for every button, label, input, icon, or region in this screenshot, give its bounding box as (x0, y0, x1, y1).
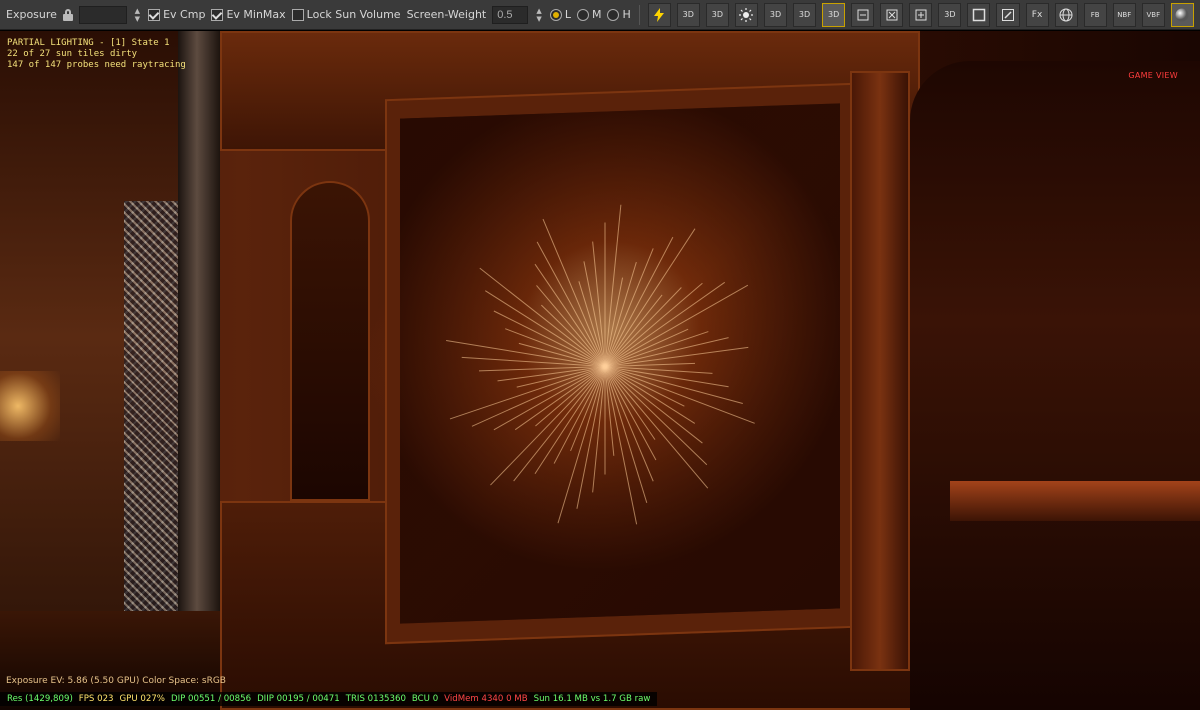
edit-icon[interactable] (996, 2, 1020, 27)
lod-radio-l[interactable]: L (549, 8, 571, 21)
left-lamp-glow (0, 371, 60, 441)
box-3d-icon[interactable]: 3D (763, 2, 788, 27)
exposure-readout: Exposure EV: 5.86 (5.50 GPU) Color Space… (6, 676, 226, 686)
mirror-crack-line (604, 204, 622, 367)
stat-dip: DIP 00551 / 00856 (170, 694, 252, 704)
vbf-label: VBF (1146, 10, 1161, 19)
lock-sun-volume-box[interactable] (291, 8, 304, 21)
right-table (950, 481, 1200, 521)
ev-cmp-box[interactable] (148, 8, 161, 21)
camera-3d-label: 3D (682, 10, 694, 19)
game-view-label: GAME VIEW (1128, 71, 1178, 80)
toolbar: Exposure ▲ ▼ Ev Cmp Ev MinMax Lock Sun Vo… (0, 0, 1200, 30)
screen-weight-label: Screen-Weight (406, 8, 487, 21)
vbf-icon[interactable]: VBF (1141, 2, 1165, 27)
lod-radio-h-label: H (622, 8, 631, 21)
lightning-icon[interactable] (647, 2, 671, 27)
stat-bcu: BCU 0 (411, 694, 439, 704)
small-arched-panel (290, 181, 370, 501)
stat-diip: DIIP 00195 / 00471 (257, 694, 340, 704)
lod-radio-l-label: L (564, 8, 571, 21)
box2-3d-icon[interactable]: 3D (793, 2, 817, 27)
mirror-crack-line (490, 366, 606, 486)
mirror-crack-line (604, 294, 663, 367)
camera-3d-icon[interactable]: 3D (676, 2, 700, 27)
mirror-crack-line (542, 218, 606, 367)
ev-minmax-label: Ev MinMax (226, 8, 286, 21)
probes-status: 147 of 147 probes need raytracing (7, 60, 186, 70)
right-column (850, 71, 910, 671)
mirror-cracks (446, 204, 755, 525)
metal-pillar (178, 31, 220, 710)
view-3d-label: 3D (944, 10, 956, 19)
stat-sun: Sun 16.1 MB vs 1.7 GB raw (533, 694, 651, 704)
ev-minmax-checkbox[interactable]: Ev MinMax (211, 8, 286, 21)
mirror-crack-line (514, 366, 606, 431)
ev-cmp-checkbox[interactable]: Ev Cmp (148, 8, 205, 21)
mirror-crack-line (604, 366, 729, 388)
mirror-crack-line (604, 282, 703, 367)
globe-icon[interactable] (1054, 2, 1078, 27)
box2-3d-label: 3D (798, 10, 811, 19)
mirror-crack-line (513, 366, 606, 482)
stat-tris: TRIS 0135360 (345, 694, 406, 704)
right-doorway (910, 61, 1200, 710)
sun-tiles-status: 22 of 27 sun tiles dirty (7, 49, 138, 59)
fx-label: Fx (1031, 9, 1043, 20)
ev-cmp-label: Ev Cmp (163, 8, 206, 21)
fb-icon[interactable]: FB (1083, 2, 1107, 27)
lod-radio-m-dot[interactable] (576, 8, 589, 21)
screen-weight-input[interactable] (492, 5, 529, 24)
editor-window: Exposure ▲ ▼ Ev Cmp Ev MinMax Lock Sun Vo… (0, 0, 1200, 710)
mirror-crack-line (604, 281, 726, 367)
sun-icon[interactable] (734, 2, 758, 27)
nbf-label: NBF (1117, 10, 1132, 19)
toolbar-separator (638, 4, 640, 25)
mirror-crack-line (446, 339, 606, 368)
lod-radio-h[interactable]: H (607, 8, 631, 21)
view-3d-icon[interactable]: 3D (938, 2, 962, 27)
lighting-status-overlay: PARTIAL LIGHTING - [1] State 1 22 of 27 … (7, 38, 186, 71)
lock-sun-volume-label: Lock Sun Volume (306, 8, 401, 21)
probe-minus-icon[interactable] (851, 2, 875, 27)
fb-label: FB (1090, 10, 1100, 19)
stat-gpu: GPU 027% (119, 694, 165, 704)
nbf-icon[interactable]: NBF (1112, 2, 1136, 27)
probe-x-icon[interactable] (880, 2, 904, 27)
mirror-crack-line (557, 366, 606, 524)
lock-icon[interactable] (62, 8, 73, 21)
game-viewport[interactable]: GAME VIEW (0, 31, 1200, 710)
lod-radio-l-dot[interactable] (549, 8, 562, 21)
cracked-mirror (400, 103, 840, 624)
ev-minmax-box[interactable] (211, 8, 224, 21)
lighting-title: PARTIAL LIGHTING - [1] State 1 (7, 38, 170, 48)
left-lattice (124, 201, 184, 621)
mirror-crack-line (604, 366, 709, 489)
stat-vidmem: VidMem 4340 0 MB (444, 694, 528, 704)
frame-icon[interactable] (967, 2, 991, 27)
stat-fps: FPS 023 (78, 694, 114, 704)
exposure-label: Exposure (6, 8, 57, 21)
exposure-spinner[interactable]: ▲ ▼ (133, 6, 143, 24)
lod-radio-h-dot[interactable] (607, 8, 620, 21)
box-3d-label: 3D (769, 10, 782, 19)
stats-bar: Res (1429,809) FPS 023 GPU 027% DIP 0055… (0, 692, 658, 706)
exposure-input[interactable] (78, 5, 127, 24)
fx-icon[interactable]: Fx (1025, 2, 1049, 27)
probe-3d-label: 3D (827, 10, 840, 19)
mirror-crack-line (604, 248, 654, 367)
screen-3d-label: 3D (711, 10, 723, 19)
stat-res: Res (1429,809) (7, 694, 73, 704)
sphere-icon[interactable] (1170, 2, 1194, 27)
screen-3d-icon[interactable]: 3D (705, 2, 729, 27)
probe-3d-icon[interactable]: 3D (822, 2, 846, 27)
probe-plus-icon[interactable] (909, 2, 933, 27)
screen-weight-spinner[interactable]: ▲ ▼ (534, 6, 544, 24)
lod-radio-m[interactable]: M (576, 8, 602, 21)
lock-sun-volume-checkbox[interactable]: Lock Sun Volume (291, 8, 401, 21)
lod-radio-m-label: M (591, 8, 602, 21)
